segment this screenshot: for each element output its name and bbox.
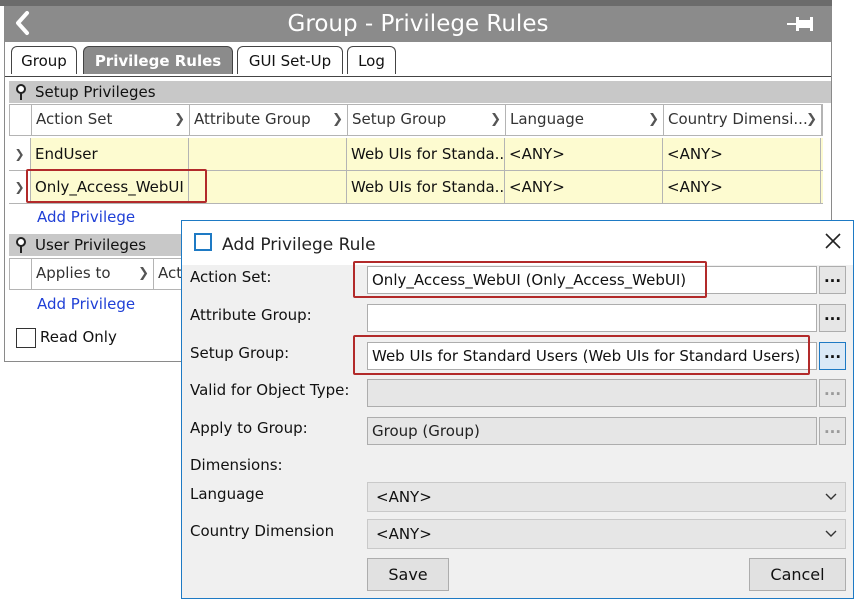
dialog-title: Add Privilege Rule (222, 235, 376, 255)
read-only-label: Read Only (40, 328, 117, 346)
cell-country-dimension[interactable]: <ANY> (663, 171, 821, 203)
country-dimension-value: <ANY> (376, 525, 432, 543)
cell-action-set[interactable]: Only_Access_WebUI (31, 171, 189, 203)
pin-icon[interactable] (15, 84, 27, 100)
row-indicator-header (10, 259, 32, 289)
action-set-field[interactable]: Only_Access_WebUI (Only_Access_WebUI) (367, 266, 817, 294)
cell-country-dimension[interactable]: <ANY> (663, 138, 821, 170)
row-indicator-header (10, 105, 32, 135)
country-dimension-dropdown[interactable]: <ANY> (367, 519, 846, 549)
user-privileges-header: User Privileges (9, 234, 185, 256)
setup-group-field[interactable]: Web UIs for Standard Users (Web UIs for … (367, 342, 817, 370)
tab-group[interactable]: Group (11, 46, 77, 74)
column-header-label: Applies to (36, 264, 111, 282)
setup-privileges-header: Setup Privileges (9, 81, 831, 103)
chevron-right-icon: ❯ (332, 112, 343, 127)
language-label: Language (190, 485, 265, 503)
table-row[interactable]: ❯ Only_Access_WebUI Web UIs for Standa..… (9, 171, 823, 204)
column-header-label: Attribute Group (194, 110, 311, 128)
chevron-down-icon (825, 530, 837, 537)
valid-for-object-type-browse-button: ... (819, 379, 846, 407)
setup-privileges-grid-header: Action Set ❯ Attribute Group ❯ Setup Group… (9, 104, 823, 136)
save-button[interactable]: Save (367, 558, 449, 591)
pin-icon[interactable] (787, 15, 817, 33)
apply-to-group-field: Group (Group) (367, 417, 817, 445)
cell-attribute-group[interactable] (189, 171, 347, 203)
chevron-right-icon: ❯ (490, 112, 501, 127)
setup-privileges-label: Setup Privileges (35, 83, 156, 101)
cell-setup-group[interactable]: Web UIs for Standa... (347, 171, 505, 203)
column-header-label: Language (510, 110, 585, 128)
chevron-down-icon (825, 493, 837, 500)
chevron-right-icon: ❯ (138, 266, 149, 281)
table-row[interactable]: ❯ EndUser Web UIs for Standa... <ANY> <A… (9, 138, 823, 171)
dimensions-label: Dimensions: (190, 456, 283, 474)
tab-privilege-rules[interactable]: Privilege Rules (83, 46, 233, 74)
attribute-group-label: Attribute Group: (190, 306, 312, 324)
column-header-setup-group[interactable]: Setup Group ❯ (348, 105, 506, 135)
chevron-right-icon: ❯ (806, 112, 817, 127)
column-header-label: Action Set (36, 110, 113, 128)
title-bar: Group - Privilege Rules (5, 6, 831, 42)
apply-to-group-label: Apply to Group: (190, 419, 308, 437)
add-user-privilege-link[interactable]: Add Privilege (37, 295, 135, 313)
tab-log[interactable]: Log (347, 46, 396, 74)
pin-icon[interactable] (15, 237, 27, 253)
setup-group-label: Setup Group: (190, 344, 290, 362)
apply-to-group-browse-button: ... (819, 417, 846, 445)
add-privilege-rule-dialog: Add Privilege Rule Action Set: Only_Acce… (181, 220, 854, 599)
read-only-checkbox[interactable] (16, 328, 36, 348)
chevron-right-icon: ❯ (648, 112, 659, 127)
language-dropdown[interactable]: <ANY> (367, 482, 846, 512)
column-header-label: Country Dimensi... (668, 110, 808, 128)
add-privilege-link[interactable]: Add Privilege (37, 208, 135, 226)
attribute-group-browse-button[interactable]: ... (819, 304, 846, 332)
column-header-language[interactable]: Language ❯ (506, 105, 664, 135)
close-icon[interactable] (823, 231, 843, 251)
column-header-applies-to[interactable]: Applies to ❯ (32, 259, 154, 289)
cell-language[interactable]: <ANY> (505, 171, 663, 203)
column-header-attribute-group[interactable]: Attribute Group ❯ (190, 105, 348, 135)
attribute-group-field[interactable] (367, 304, 817, 332)
column-header-country-dimension[interactable]: Country Dimensi... ❯ (664, 105, 822, 135)
cell-action-set[interactable]: EndUser (31, 138, 189, 170)
window-icon (194, 233, 212, 251)
column-header-action-set[interactable]: Action Set ❯ (32, 105, 190, 135)
cancel-button[interactable]: Cancel (749, 558, 846, 591)
window-title: Group - Privilege Rules (287, 11, 549, 37)
row-expand-icon[interactable]: ❯ (9, 171, 31, 203)
column-header-label: Setup Group (352, 110, 447, 128)
action-set-label: Action Set: (190, 268, 272, 286)
user-privileges-grid-header: Applies to ❯ Acti (9, 258, 186, 290)
chevron-right-icon: ❯ (174, 112, 185, 127)
setup-group-browse-button[interactable]: ... (819, 342, 846, 370)
valid-for-object-type-label: Valid for Object Type: (190, 381, 350, 399)
valid-for-object-type-field (367, 379, 817, 407)
row-expand-icon[interactable]: ❯ (9, 138, 31, 170)
tab-bar: Group Privilege Rules GUI Set-Up Log (5, 42, 831, 77)
user-privileges-label: User Privileges (35, 236, 147, 254)
language-value: <ANY> (376, 488, 432, 506)
cell-setup-group[interactable]: Web UIs for Standa... (347, 138, 505, 170)
cell-language[interactable]: <ANY> (505, 138, 663, 170)
dialog-title-bar: Add Privilege Rule (182, 221, 853, 265)
tab-gui-set-up[interactable]: GUI Set-Up (237, 46, 343, 74)
cell-attribute-group[interactable] (189, 138, 347, 170)
action-set-browse-button[interactable]: ... (819, 266, 846, 294)
country-dimension-label: Country Dimension (190, 522, 335, 540)
